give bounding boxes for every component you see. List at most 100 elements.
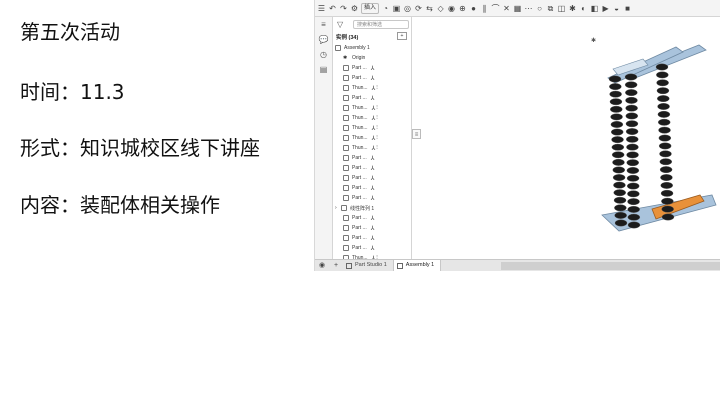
instance-row[interactable]: Part ... ⅄ bbox=[335, 173, 411, 183]
left-toolbar: ≡ 💬 ◷ ▤ bbox=[315, 17, 333, 259]
right-chain-link bbox=[660, 189, 674, 197]
instance-label: Thun... bbox=[352, 135, 368, 141]
settings-icon[interactable]: ⚙ bbox=[350, 4, 359, 13]
ball-mate-icon[interactable]: ● bbox=[469, 4, 478, 13]
add-folder-icon[interactable]: + bbox=[397, 32, 407, 40]
assembly-node[interactable]: Assembly 1 bbox=[335, 43, 411, 53]
cylindrical-mate-icon[interactable]: ◉ bbox=[447, 4, 456, 13]
slide-text-3: 形式：知识城校区线下讲座 bbox=[20, 136, 260, 160]
instance-row[interactable]: Part ... ⅄ bbox=[335, 163, 411, 173]
parallel-mate-icon[interactable]: ∥ bbox=[480, 4, 489, 13]
instance-row[interactable]: Part ... ⅄ bbox=[335, 93, 411, 103]
display-icon[interactable]: ◒ bbox=[612, 4, 621, 13]
instance-row[interactable]: Thun...⅄⫶ bbox=[335, 133, 411, 143]
instance-row[interactable]: Part ... ⅄ bbox=[335, 243, 411, 253]
left-chain-link bbox=[613, 181, 626, 189]
measure-icon[interactable]: ◐ bbox=[579, 4, 588, 13]
animate-icon[interactable]: ▶ bbox=[601, 4, 610, 13]
slider-mate-icon[interactable]: ⇆ bbox=[425, 4, 434, 13]
undo-icon[interactable]: ↶ bbox=[328, 4, 337, 13]
part-icon bbox=[343, 235, 349, 241]
instance-row[interactable]: Part ... ⅄ bbox=[335, 73, 411, 83]
linear-pattern-icon[interactable]: ⋯ bbox=[524, 4, 533, 13]
pin-slot-mate-icon[interactable]: ⊕ bbox=[458, 4, 467, 13]
left-chain-link bbox=[612, 158, 625, 166]
tree-toggle-icon[interactable]: ☰ bbox=[317, 4, 326, 13]
part-icon bbox=[343, 165, 349, 171]
middle-chain-link bbox=[625, 120, 639, 128]
replicate-icon[interactable]: ⧉ bbox=[546, 4, 555, 13]
mate-icon[interactable]: ▣ bbox=[392, 4, 401, 13]
instance-row[interactable]: Part ... ⅄ bbox=[335, 223, 411, 233]
instance-row[interactable]: Thun...⅄⫶ bbox=[335, 123, 411, 133]
instance-row[interactable]: Part ... ⅄ bbox=[335, 193, 411, 203]
origin-icon: ✱ bbox=[343, 55, 348, 61]
tab-scrollbar[interactable] bbox=[501, 262, 720, 270]
left-chain-link bbox=[614, 219, 628, 227]
instance-row[interactable]: Part ... ⅄ bbox=[335, 183, 411, 193]
origin-node[interactable]: ✱ Origin bbox=[335, 53, 411, 63]
instance-row[interactable]: Part ... ⅄ bbox=[335, 213, 411, 223]
mate-status-icon: ⅄ bbox=[371, 135, 376, 142]
right-chain-link bbox=[659, 150, 672, 158]
right-chain-link bbox=[659, 166, 673, 174]
left-chain-link bbox=[612, 174, 626, 181]
instances-heading: 实例 (34) bbox=[336, 35, 359, 41]
pattern-node[interactable]: › 线性阵列 1 bbox=[335, 203, 411, 213]
features-icon[interactable]: ≡ bbox=[317, 19, 330, 31]
middle-chain-link bbox=[627, 206, 640, 213]
eye-icon[interactable]: ◉ bbox=[315, 261, 329, 271]
tab-assembly[interactable]: Assembly 1 bbox=[393, 260, 442, 271]
left-chain-link bbox=[609, 83, 622, 90]
instance-row[interactable]: Part ... ⅄ bbox=[335, 233, 411, 243]
mate-status-icon: ⅄ bbox=[370, 175, 375, 182]
instance-label: Thun... bbox=[352, 115, 368, 121]
middle-chain-link bbox=[626, 151, 639, 159]
middle-chain-link bbox=[627, 221, 641, 229]
add-tab-icon[interactable]: + bbox=[329, 261, 343, 271]
part-icon bbox=[343, 105, 349, 111]
insert-button[interactable]: 插入 bbox=[361, 2, 380, 14]
instance-row[interactable]: Thun...⅄⫶ bbox=[335, 143, 411, 153]
filter-icon[interactable]: ▽ bbox=[337, 20, 343, 29]
instance-row[interactable]: Part ... ⅄ bbox=[335, 153, 411, 163]
instance-row[interactable]: Thun...⅄⫶ bbox=[335, 83, 411, 93]
left-chain-link bbox=[611, 136, 624, 144]
top-toolbar: ☰ ↶ ↷ ⚙ 插入 ◔ ▣ ◎ ⟳ ⇆ ◇ ◉ ⊕ ● ∥ ⌒ ✕ ▦ ⋯ ○… bbox=[315, 0, 720, 17]
tangent-mate-icon[interactable]: ⌒ bbox=[491, 4, 500, 13]
appearance-icon[interactable]: ■ bbox=[623, 4, 632, 13]
clock-icon[interactable]: ◔ bbox=[381, 4, 390, 13]
right-chain-link bbox=[660, 174, 673, 181]
instance-row[interactable]: Part ... ⅄ bbox=[335, 63, 411, 73]
redo-icon[interactable]: ↷ bbox=[339, 4, 348, 13]
mirror-icon[interactable]: ◫ bbox=[557, 4, 566, 13]
right-chain-link bbox=[655, 63, 669, 71]
left-chain-link bbox=[611, 143, 625, 151]
instance-row[interactable]: Thun...⅄⫶ bbox=[335, 113, 411, 123]
circular-pattern-icon[interactable]: ○ bbox=[535, 4, 544, 13]
instance-row[interactable]: Thun...⅄⫶ bbox=[335, 103, 411, 113]
section-view-icon[interactable]: ◧ bbox=[590, 4, 599, 13]
instance-panel: ▽ 搜索和筛选 实例 (34) + Assembly 1 ✱ Origin Part … bbox=[333, 17, 412, 262]
tab-part-studio[interactable]: Part Studio 1 bbox=[343, 260, 394, 271]
mate-connector-icon[interactable]: ✕ bbox=[502, 4, 511, 13]
left-chain-link bbox=[613, 189, 626, 197]
left-chain-link bbox=[611, 128, 624, 136]
history-icon[interactable]: ◷ bbox=[317, 49, 330, 61]
planar-mate-icon[interactable]: ◇ bbox=[436, 4, 445, 13]
pin-icon: ⫶ bbox=[376, 134, 378, 141]
revolute-mate-icon[interactable]: ⟳ bbox=[414, 4, 423, 13]
comments-icon[interactable]: 💬 bbox=[317, 34, 330, 46]
instance-label: 线性阵列 1 bbox=[350, 205, 375, 212]
search-filter-input[interactable]: 搜索和筛选 bbox=[353, 20, 409, 29]
instance-label: Part ... bbox=[352, 215, 367, 221]
left-chain-link bbox=[611, 151, 625, 159]
fastened-mate-icon[interactable]: ◎ bbox=[403, 4, 412, 13]
3d-viewport[interactable]: ✱ bbox=[412, 17, 720, 259]
bom-icon[interactable]: ▤ bbox=[317, 64, 330, 76]
left-chain-link bbox=[613, 196, 627, 204]
explode-icon[interactable]: ✱ bbox=[568, 4, 577, 13]
instance-label: Part ... bbox=[352, 175, 367, 181]
instance-label: Part ... bbox=[352, 245, 367, 251]
group-icon[interactable]: ▦ bbox=[513, 4, 522, 13]
